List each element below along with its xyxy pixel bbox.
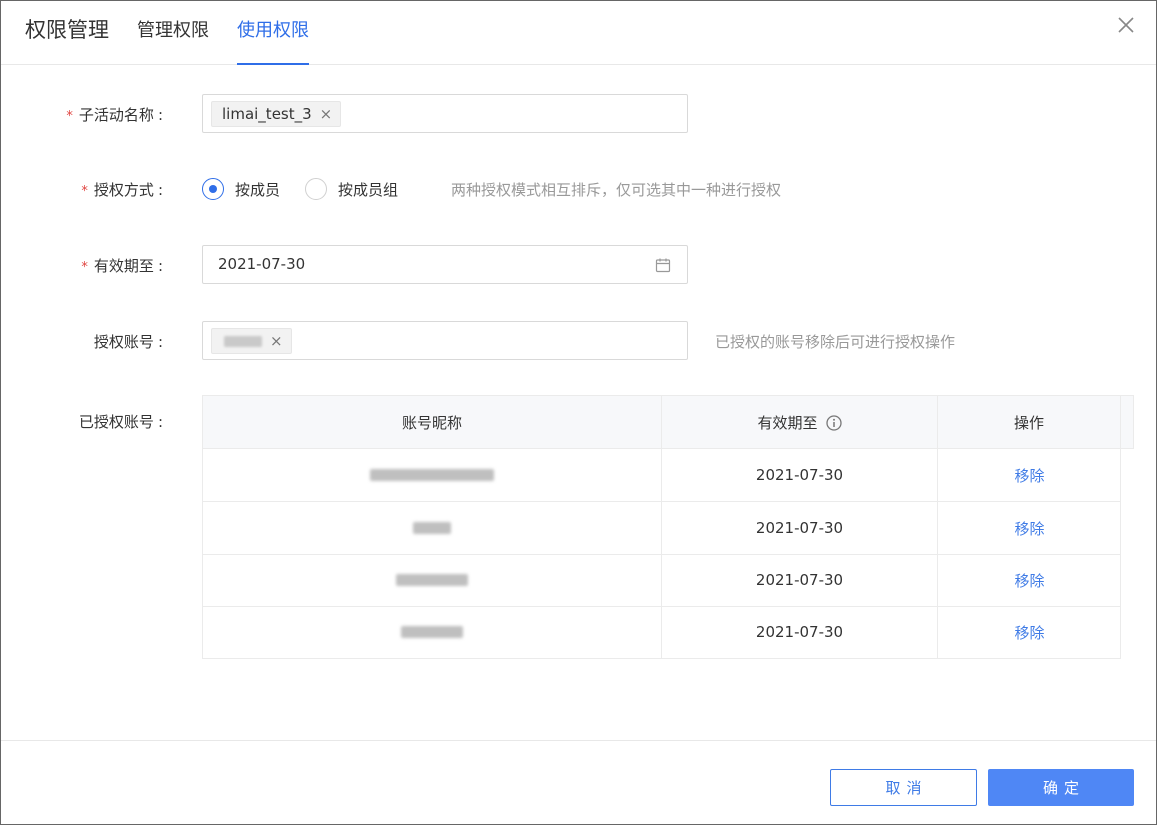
valid-until-date-picker[interactable]: 2021-07-30 [202,245,688,284]
radio-by-member-group-label: 按成员组 [338,180,399,199]
tag-remove-icon[interactable]: × [320,105,333,123]
remove-link[interactable]: 移除 [938,449,1121,501]
radio-unchecked-icon [305,178,327,200]
account-nickname-cell [203,502,662,554]
permission-dialog: 权限管理 管理权限 使用权限 * 子活动名称: limai_test_3 × * 授… [0,0,1157,825]
dialog-footer: 取消 确定 [1,740,1156,825]
expiry-cell: 2021-07-30 [662,554,938,606]
tab-manage-permission[interactable]: 管理权限 [137,16,209,65]
radio-by-member-group[interactable]: 按成员组 [305,178,398,200]
required-mark: * [66,109,73,124]
column-header-action: 操作 [938,396,1121,449]
table-row: 2021-07-30 移除 [202,554,1121,607]
expiry-cell: 2021-07-30 [662,502,938,554]
info-icon[interactable] [825,414,842,431]
account-nickname-cell [203,606,662,658]
cancel-button[interactable]: 取消 [830,769,977,806]
table-header: 账号昵称 有效期至 操作 [202,395,1134,449]
blurred-account-name [224,335,262,347]
remove-link[interactable]: 移除 [938,502,1121,554]
remove-link[interactable]: 移除 [938,606,1121,658]
radio-checked-icon [202,178,224,200]
radio-by-member[interactable]: 按成员 [202,178,280,200]
table-row: 2021-07-30 移除 [202,449,1121,502]
auth-account-tag: × [211,328,292,354]
calendar-icon[interactable] [655,257,671,273]
column-header-expiry: 有效期至 [662,396,938,449]
radio-by-member-label: 按成员 [235,180,281,199]
auth-account-select[interactable]: × [202,321,688,360]
required-mark: * [81,260,88,275]
auth-mode-hint: 两种授权模式相互排斥，仅可选其中一种进行授权 [451,181,782,199]
account-nickname-cell [203,554,662,606]
sub-activity-label: * 子活动名称: [66,106,163,124]
expiry-cell: 2021-07-30 [662,606,938,658]
remove-link[interactable]: 移除 [938,554,1121,606]
column-header-nickname: 账号昵称 [203,396,662,449]
valid-until-label: * 有效期至: [81,257,163,275]
blurred-nickname [413,522,451,534]
sub-activity-tag-text: limai_test_3 [222,105,312,123]
sub-activity-tag: limai_test_3 × [211,101,342,127]
close-icon[interactable] [1116,15,1136,35]
sub-activity-select[interactable]: limai_test_3 × [202,94,688,133]
auth-mode-label: * 授权方式: [81,181,163,199]
table-row: 2021-07-30 移除 [202,606,1121,659]
required-mark: * [81,184,88,199]
blurred-nickname [370,469,494,481]
valid-until-value: 2021-07-30 [218,255,306,273]
dialog-title: 权限管理 [25,18,109,42]
expiry-cell: 2021-07-30 [662,449,938,501]
authorized-accounts-label: 已授权账号: [78,413,163,431]
auth-account-label: 授权账号: [93,333,163,351]
blurred-nickname [396,574,468,586]
confirm-button[interactable]: 确定 [988,769,1134,806]
blurred-nickname [401,626,463,638]
account-nickname-cell [203,449,662,501]
tag-remove-icon[interactable]: × [270,332,283,350]
table-row: 2021-07-30 移除 [202,502,1121,555]
dialog-header: 权限管理 管理权限 使用权限 [1,1,1156,65]
tab-use-permission[interactable]: 使用权限 [237,16,309,65]
auth-account-hint: 已授权的账号移除后可进行授权操作 [715,333,956,351]
